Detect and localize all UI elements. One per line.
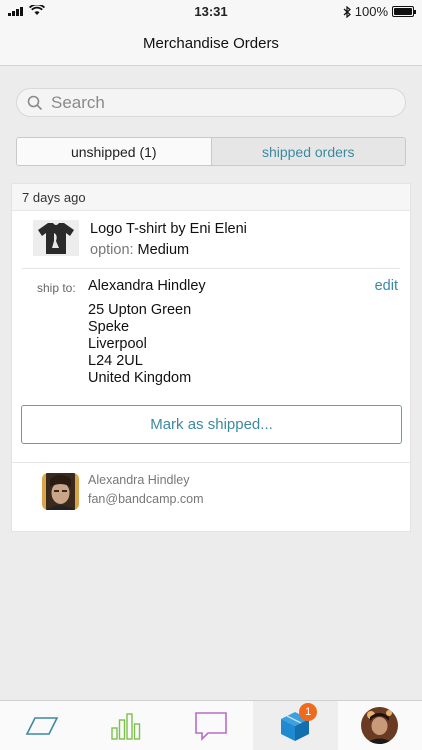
battery-icon: [392, 6, 416, 17]
tab-bar: 1: [0, 700, 422, 750]
tab-unshipped[interactable]: unshipped (1): [17, 138, 212, 165]
message-icon: [195, 711, 227, 741]
shipping-address: 25 Upton Green Speke Liverpool L24 2UL U…: [88, 302, 191, 387]
status-right: 100%: [343, 4, 416, 19]
order-card: 7 days ago Logo T-shirt by Eni Eleni opt…: [11, 183, 411, 532]
buyer-avatar-image: [42, 473, 79, 510]
buyer-name: Alexandra Hindley: [88, 473, 190, 487]
address-line: L24 2UL: [88, 353, 143, 369]
status-bar: 13:31 100%: [0, 0, 422, 22]
bluetooth-icon: [343, 5, 351, 18]
profile-avatar: [361, 707, 399, 744]
item-option: option: Medium: [90, 242, 189, 258]
item-thumbnail: [33, 220, 79, 256]
parallelogram-icon: [25, 716, 59, 735]
buyer-email: fan@bandcamp.com: [88, 492, 204, 506]
ship-to-name: Alexandra Hindley: [88, 278, 206, 294]
order-item[interactable]: Logo T-shirt by Eni Eleni option: Medium: [12, 212, 412, 268]
option-value: Medium: [137, 242, 190, 258]
search-placeholder: Search: [51, 92, 105, 112]
orders-badge: 1: [299, 703, 318, 721]
edit-address-link[interactable]: edit: [375, 278, 398, 294]
page-title: Merchandise Orders: [143, 35, 279, 52]
battery-percent: 100%: [354, 4, 388, 19]
divider: [22, 268, 400, 269]
address-line: 25 Upton Green: [88, 302, 192, 318]
search-icon: [27, 95, 43, 110]
address-line: Speke: [88, 319, 130, 335]
item-title: Logo T-shirt by Eni Eleni: [90, 221, 247, 237]
tab-messages[interactable]: [169, 701, 253, 750]
tshirt-icon: [38, 223, 74, 254]
option-label: option:: [90, 242, 134, 258]
navigation-bar: Merchandise Orders: [0, 22, 422, 66]
address-line: United Kingdom: [88, 370, 192, 386]
divider: [12, 462, 410, 463]
tab-stats[interactable]: [84, 701, 168, 750]
search-input[interactable]: Search: [16, 88, 406, 117]
tab-shipped-orders[interactable]: shipped orders: [211, 138, 405, 165]
mark-as-shipped-button[interactable]: Mark as shipped...: [21, 405, 402, 444]
order-age: 7 days ago: [12, 184, 410, 211]
order-filter-segmented-control: unshipped (1) shipped orders: [16, 137, 406, 166]
tab-orders[interactable]: 1: [253, 701, 338, 750]
bar-chart-icon: [110, 712, 140, 740]
ship-to-label: ship to:: [37, 281, 76, 295]
buyer-avatar[interactable]: [42, 473, 79, 510]
address-line: Liverpool: [88, 336, 147, 352]
tab-home[interactable]: [0, 701, 84, 750]
tab-profile[interactable]: [338, 701, 422, 750]
